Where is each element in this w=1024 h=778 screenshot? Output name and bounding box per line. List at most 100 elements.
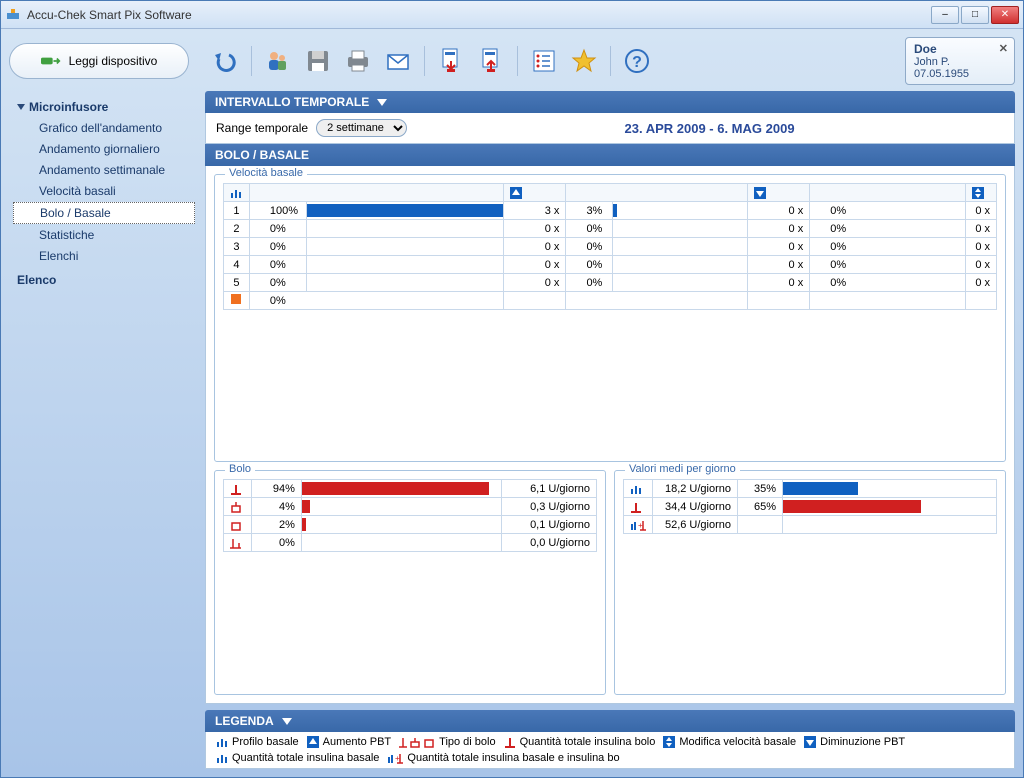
expand-icon [17, 104, 25, 110]
date-range: 23. APR 2009 - 6. MAG 2009 [415, 121, 1004, 136]
interval-header[interactable]: INTERVALLO TEMPORALE [205, 91, 1015, 113]
bolo-title: Bolo [225, 463, 255, 475]
orange-square-icon [231, 294, 241, 304]
basal-table: 1 100% 3 x 3% 0 x 0% 0 x2 0% 0 x 0% 0 x … [223, 183, 997, 310]
help-icon: ? [623, 47, 651, 75]
app-window: Accu-Chek Smart Pix Software – □ ✕ Leggi… [0, 0, 1024, 778]
bolo-row: 4% 0,3 U/giorno [224, 498, 597, 516]
interval-body: Range temporale 2 settimane 23. APR 2009… [205, 113, 1015, 144]
patient-close-icon[interactable]: ✕ [999, 42, 1008, 55]
app-icon [5, 7, 21, 23]
toolbar: Leggi dispositivo ? ✕ Doe [9, 37, 1015, 85]
settings-button[interactable] [526, 43, 562, 79]
nav-item-statistics[interactable]: Statistiche [13, 225, 195, 245]
nav-item-basal-rates[interactable]: Velocità basali [13, 181, 195, 201]
read-device-button[interactable]: Leggi dispositivo [9, 43, 189, 79]
pdf-import-icon [477, 47, 505, 75]
leg-profilo-basale: Profilo basale [216, 736, 299, 748]
range-label: Range temporale [216, 121, 308, 135]
print-button[interactable] [340, 43, 376, 79]
import-pdf-button[interactable] [473, 43, 509, 79]
patients-button[interactable] [260, 43, 296, 79]
bolo-row: 0% 0,0 U/giorno [224, 534, 597, 552]
bolo-amount-icon [630, 501, 642, 513]
basal-row: 1 100% 3 x 3% 0 x 0% 0 x [224, 202, 997, 220]
floppy-icon [304, 47, 332, 75]
col-profile-icon [224, 184, 250, 202]
basal-amount-icon [630, 483, 642, 495]
total-amount-icon: + [630, 519, 646, 531]
close-button[interactable]: ✕ [991, 6, 1019, 24]
bolo-panel: Bolo 94% 6,1 U/giorno 4% 0,3 U/giorno 2%… [214, 470, 606, 695]
basal-row: 3 0% 0 x 0% 0 x 0% 0 x [224, 238, 997, 256]
avg-table: 18,2 U/giorno35% 34,4 U/giorno65% +52,6 … [623, 479, 997, 534]
sidebar: Microinfusore Grafico dell'andamento And… [9, 91, 199, 769]
basal-row: 5 0% 0 x 0% 0 x 0% 0 x [224, 274, 997, 292]
device-icon [41, 53, 61, 69]
avg-row-total: +52,6 U/giorno [624, 516, 997, 534]
basal-panel: Velocità basale 1 10 [214, 174, 1006, 462]
patient-dob: 07.05.1955 [914, 68, 969, 80]
nav-item-bolo-basale[interactable]: Bolo / Basale [13, 202, 195, 224]
nav-item-daily-trend[interactable]: Andamento giornaliero [13, 139, 195, 159]
undo-icon [211, 47, 239, 75]
col-pbt-up-icon [504, 184, 566, 202]
window-title: Accu-Chek Smart Pix Software [27, 8, 931, 22]
bolo-row: 2% 0,1 U/giorno [224, 516, 597, 534]
favorite-button[interactable] [566, 43, 602, 79]
help-button[interactable]: ? [619, 43, 655, 79]
avg-title: Valori medi per giorno [625, 463, 740, 475]
avg-row-basal: 18,2 U/giorno35% [624, 480, 997, 498]
bolo-row: 94% 6,1 U/giorno [224, 480, 597, 498]
leg-aumento-pbt: Aumento PBT [307, 736, 391, 748]
bolo-type-icon [230, 483, 242, 495]
patient-surname: Doe [914, 42, 937, 56]
nav-group-elenco[interactable]: Elenco [13, 270, 195, 290]
nav-group-microinfusore[interactable]: Microinfusore [13, 97, 195, 117]
bolo-type-icon [230, 537, 242, 549]
dropdown-icon [282, 718, 292, 725]
email-button[interactable] [380, 43, 416, 79]
bolo-type-icon [230, 501, 242, 513]
leg-tipo-bolo: Tipo di bolo [399, 736, 495, 748]
save-button[interactable] [300, 43, 336, 79]
range-select[interactable]: 2 settimane [316, 119, 407, 137]
legend-body: Profilo basale Aumento PBT Tipo di bolo … [205, 732, 1015, 769]
basal-title: Velocità basale [225, 167, 307, 179]
patient-info[interactable]: ✕ Doe John P. 07.05.1955 [905, 37, 1015, 85]
legend: LEGENDA Profilo basale Aumento PBT Tipo … [205, 710, 1015, 769]
leg-qt-bolo: Quantità totale insulina bolo [504, 736, 656, 748]
titlebar: Accu-Chek Smart Pix Software – □ ✕ [1, 1, 1023, 29]
patient-firstname: John P. [914, 56, 950, 68]
avg-row-bolo: 34,4 U/giorno65% [624, 498, 997, 516]
leg-qt-totale: +Quantità totale insulina basale e insul… [387, 752, 619, 764]
maximize-button[interactable]: □ [961, 6, 989, 24]
nav-item-lists[interactable]: Elenchi [13, 246, 195, 266]
undo-button[interactable] [207, 43, 243, 79]
dropdown-icon [377, 99, 387, 106]
minimize-button[interactable]: – [931, 6, 959, 24]
nav-item-weekly-trend[interactable]: Andamento settimanale [13, 160, 195, 180]
col-pbt-down-icon [747, 184, 809, 202]
bolo-basale-header: BOLO / BASALE [205, 144, 1015, 166]
leg-modifica-vel: Modifica velocità basale [663, 736, 796, 748]
star-icon [570, 47, 598, 75]
col-change-icon [965, 184, 996, 202]
legend-header[interactable]: LEGENDA [205, 710, 1015, 732]
basal-row: 4 0% 0 x 0% 0 x 0% 0 x [224, 256, 997, 274]
avg-panel: Valori medi per giorno 18,2 U/giorno35% … [614, 470, 1006, 695]
panels-container: Velocità basale 1 10 [205, 166, 1015, 704]
read-device-label: Leggi dispositivo [69, 54, 158, 68]
basal-row: 2 0% 0 x 0% 0 x 0% 0 x [224, 220, 997, 238]
mail-icon [384, 47, 412, 75]
leg-qt-basale: Quantità totale insulina basale [216, 752, 379, 764]
main-panel: INTERVALLO TEMPORALE Range temporale 2 s… [205, 91, 1015, 769]
svg-text:?: ? [632, 54, 642, 71]
export-pdf-button[interactable] [433, 43, 469, 79]
nav-item-trend-graph[interactable]: Grafico dell'andamento [13, 118, 195, 138]
content-area: Leggi dispositivo ? ✕ Doe [1, 29, 1023, 777]
people-icon [264, 47, 292, 75]
bolo-type-icon [230, 519, 242, 531]
pdf-export-icon [437, 47, 465, 75]
list-icon [530, 47, 558, 75]
